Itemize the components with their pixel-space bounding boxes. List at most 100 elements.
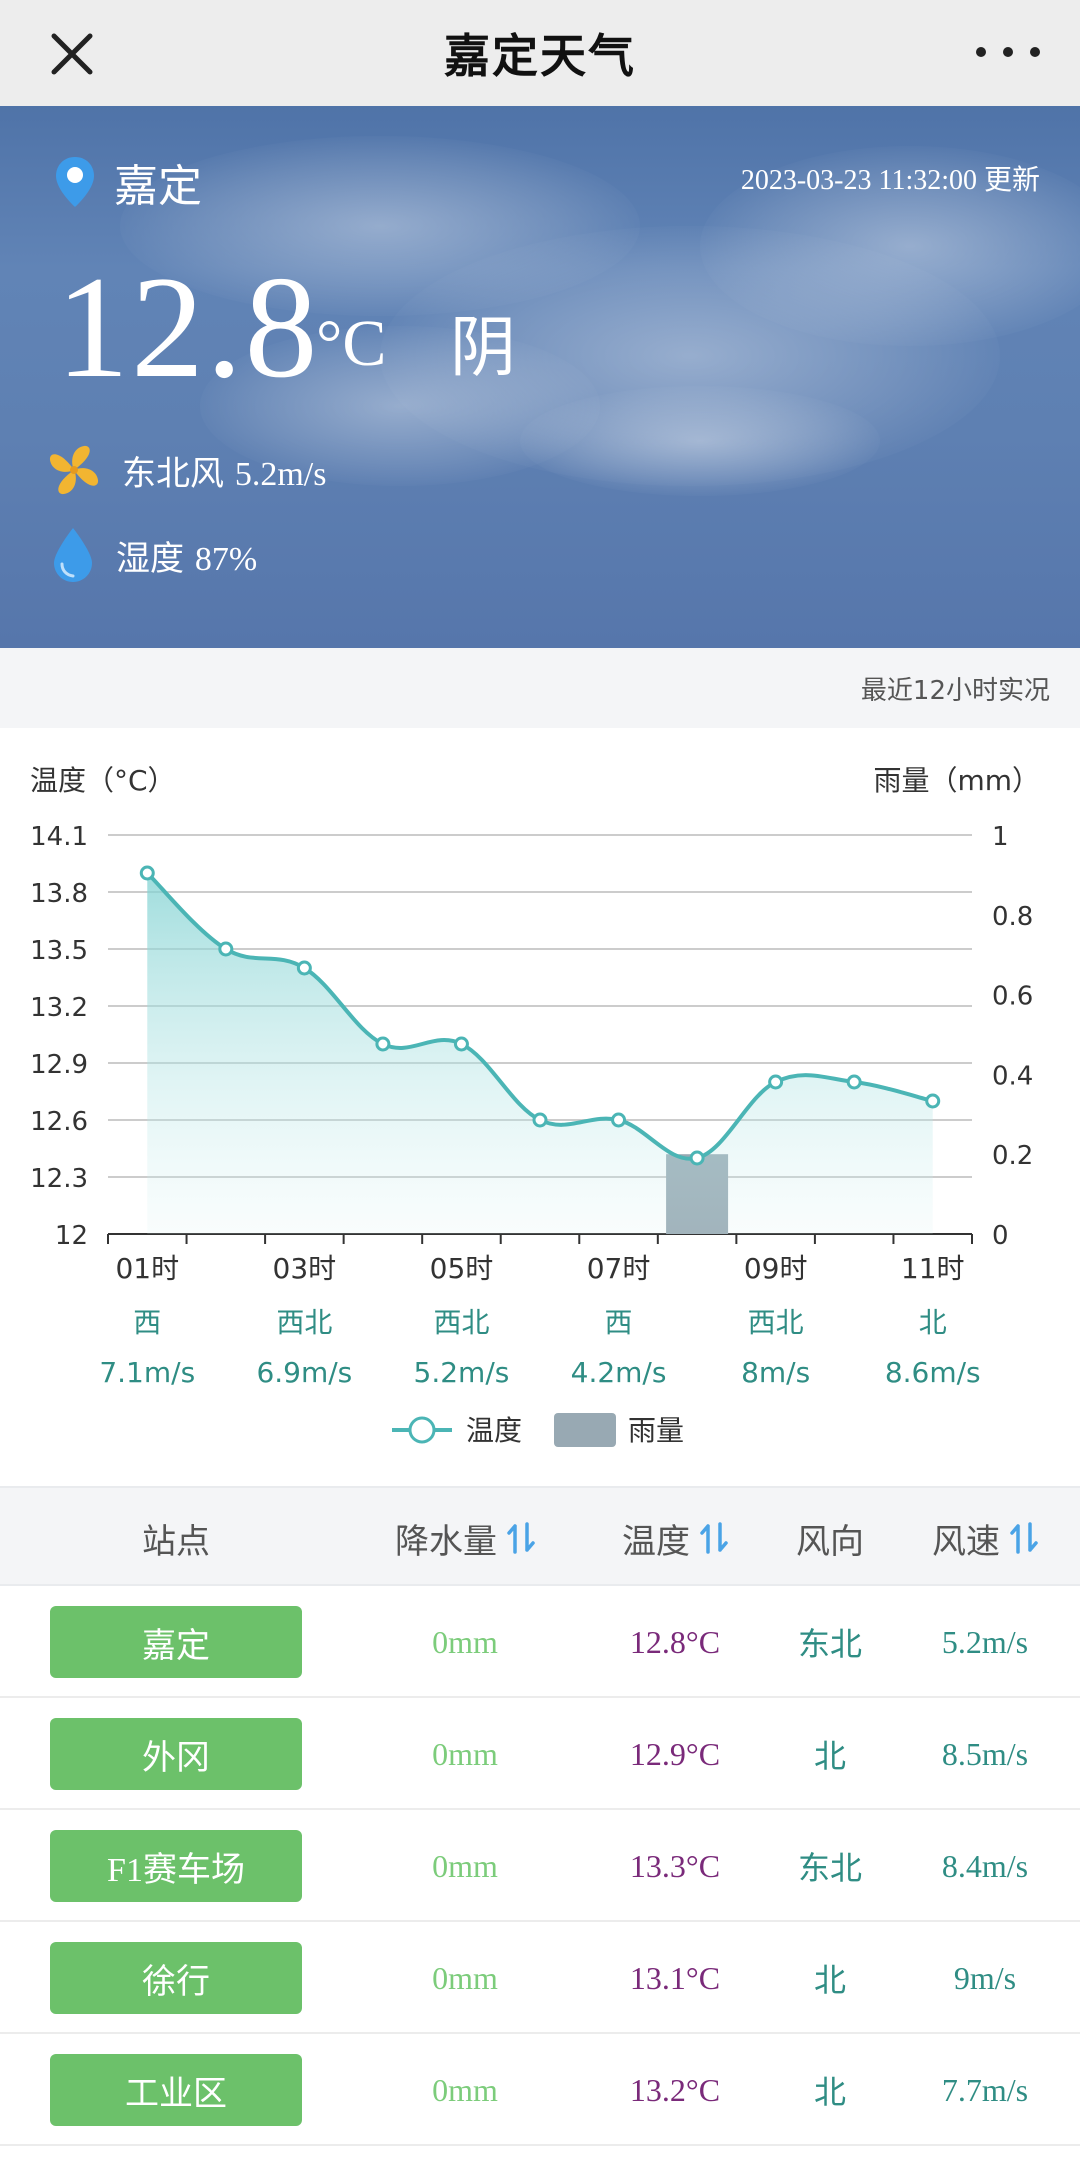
legend-rain-marker xyxy=(554,1413,616,1447)
current-temperature: 12.8 xyxy=(56,246,320,408)
temp-cell: 13.3°C xyxy=(629,1847,721,1884)
recent-label-bar: 最近12小时实况 xyxy=(0,648,1080,728)
y-tick-label: 12.6 xyxy=(30,1107,88,1137)
table-row: 外冈 0mm 12.9°C 北 8.5m/s xyxy=(0,1698,1080,1810)
rain-cell: 0mm xyxy=(432,1735,498,1772)
humidity-label: 湿度 xyxy=(116,538,184,579)
x-tick-label: 07时 xyxy=(587,1252,651,1285)
x-tick-label: 05时 xyxy=(430,1252,494,1285)
rain-cell: 0mm xyxy=(432,2071,498,2108)
y-right-tick-label: 0.8 xyxy=(992,902,1033,932)
temperature-point xyxy=(218,941,234,957)
legend-temp-marker xyxy=(408,1416,436,1444)
sort-icon[interactable] xyxy=(1010,1520,1038,1556)
temperature-point xyxy=(139,865,155,881)
temperature-point xyxy=(689,1150,705,1166)
wind-direction-label: 西北 xyxy=(748,1306,804,1339)
y-axis-right-label: 雨量（mm） xyxy=(873,764,1040,797)
wind-direction-label: 西 xyxy=(133,1306,161,1339)
header-dir: 风向 xyxy=(796,1521,864,1562)
speed-cell: 8.4m/s xyxy=(941,1847,1029,1884)
humidity-value: 87% xyxy=(194,540,258,578)
recent-label: 最近12小时实况 xyxy=(860,675,1050,706)
temperature-point xyxy=(768,1074,784,1090)
close-icon[interactable] xyxy=(40,22,104,86)
y-tick-label: 12.9 xyxy=(30,1050,88,1080)
speed-cell: 5.2m/s xyxy=(941,1623,1029,1660)
wind-direction-label: 西北 xyxy=(433,1306,489,1339)
sort-icon[interactable] xyxy=(700,1520,728,1556)
location-name: 嘉定 xyxy=(114,161,202,212)
temperature-point xyxy=(925,1093,941,1109)
y-tick-label: 12 xyxy=(55,1221,88,1251)
temperature-point xyxy=(375,1036,391,1052)
table-header: 站点 降水量 温度 风向 风速 xyxy=(0,1486,1080,1586)
dir-cell: 北 xyxy=(813,1961,846,1999)
wind-direction-label: 北 xyxy=(919,1306,947,1339)
wind-direction-label: 西 xyxy=(605,1306,633,1339)
temperature-point xyxy=(532,1112,548,1128)
station-button[interactable]: 徐行 xyxy=(50,1942,302,2014)
station-button[interactable]: F1赛车场 xyxy=(50,1830,302,1902)
temperature-point xyxy=(611,1112,627,1128)
legend-temp-label: 温度 xyxy=(466,1414,522,1447)
location[interactable]: 嘉定 xyxy=(54,150,202,214)
speed-cell: 8.5m/s xyxy=(941,1735,1029,1772)
header-speed[interactable]: 风速 xyxy=(900,1488,1070,1588)
humidity-text: 湿度 87% xyxy=(116,531,257,580)
temperature-unit: °C xyxy=(316,307,387,380)
station-button[interactable]: 外冈 xyxy=(50,1718,302,1790)
wind-speed-label: 4.2m/s xyxy=(571,1356,667,1389)
y-tick-label: 13.5 xyxy=(30,936,88,966)
y-tick-label: 12.3 xyxy=(30,1164,88,1194)
table-row: 工业区 0mm 13.2°C 北 7.7m/s xyxy=(0,2034,1080,2146)
temperature-point xyxy=(296,960,312,976)
temp-cell: 13.2°C xyxy=(629,2071,721,2108)
weather-chart: 温度（°C） 雨量（mm） 14.1 13.8 13.5 13.2 12.9 12.6 12.3… xyxy=(0,728,1080,1484)
rain-cell: 0mm xyxy=(432,1959,498,1996)
station-button[interactable]: 工业区 xyxy=(50,2054,302,2126)
nav-bar: 嘉定天气 xyxy=(0,0,1080,106)
dir-cell: 东北 xyxy=(797,1625,862,1663)
temperature-point xyxy=(846,1074,862,1090)
y-tick-label: 14.1 xyxy=(30,822,88,852)
wind-speed-label: 8.6m/s xyxy=(885,1356,981,1389)
header-temp-label: 温度 xyxy=(622,1521,690,1562)
water-drop-icon xyxy=(54,528,92,582)
header-rain[interactable]: 降水量 xyxy=(330,1488,600,1588)
location-pin-icon xyxy=(56,157,94,207)
more-icon[interactable] xyxy=(976,24,1040,80)
x-tick-label: 03时 xyxy=(273,1252,337,1285)
wind-direction-label: 西北 xyxy=(276,1306,332,1339)
y-axis-left-label: 温度（°C） xyxy=(30,764,176,797)
table-row: 嘉定 0mm 12.8°C 东北 5.2m/s xyxy=(0,1586,1080,1698)
temp-cell: 12.8°C xyxy=(629,1623,721,1660)
temperature-area xyxy=(147,873,933,1234)
dir-cell: 北 xyxy=(813,2073,846,2111)
temperature-point xyxy=(453,1036,469,1052)
x-tick-label: 01时 xyxy=(115,1252,179,1285)
y-right-tick-label: 0.4 xyxy=(992,1061,1033,1091)
weather-condition: 阴 xyxy=(450,309,516,386)
temp-cell: 13.1°C xyxy=(629,1959,721,1996)
wind-speed-label: 6.9m/s xyxy=(256,1356,352,1389)
y-right-tick-label: 0 xyxy=(992,1221,1009,1251)
speed-cell: 9m/s xyxy=(953,1959,1017,1996)
legend-rain-label: 雨量 xyxy=(628,1414,684,1447)
x-tick-label: 09时 xyxy=(744,1252,808,1285)
page-title: 嘉定天气 xyxy=(444,29,636,83)
rain-cell: 0mm xyxy=(432,1623,498,1660)
header-station: 站点 xyxy=(142,1521,210,1562)
humidity-info: 湿度 87% xyxy=(50,526,257,584)
wind-speed-label: 8m/s xyxy=(741,1356,810,1389)
wind-speed-label: 7.1m/s xyxy=(99,1356,195,1389)
table-row: F1赛车场 0mm 13.3°C 东北 8.4m/s xyxy=(0,1810,1080,1922)
sort-icon[interactable] xyxy=(507,1520,535,1556)
station-button[interactable]: 嘉定 xyxy=(50,1606,302,1678)
wind-info: 东北风 5.2m/s xyxy=(46,442,326,498)
chart-svg: 温度（°C） 雨量（mm） 14.1 13.8 13.5 13.2 12.9 12.6 12.3… xyxy=(30,764,1040,1447)
header-rain-label: 降水量 xyxy=(395,1521,497,1562)
header-speed-label: 风速 xyxy=(932,1521,1000,1562)
wind-speed: 5.2m/s xyxy=(234,455,327,493)
header-temp[interactable]: 温度 xyxy=(580,1488,770,1588)
